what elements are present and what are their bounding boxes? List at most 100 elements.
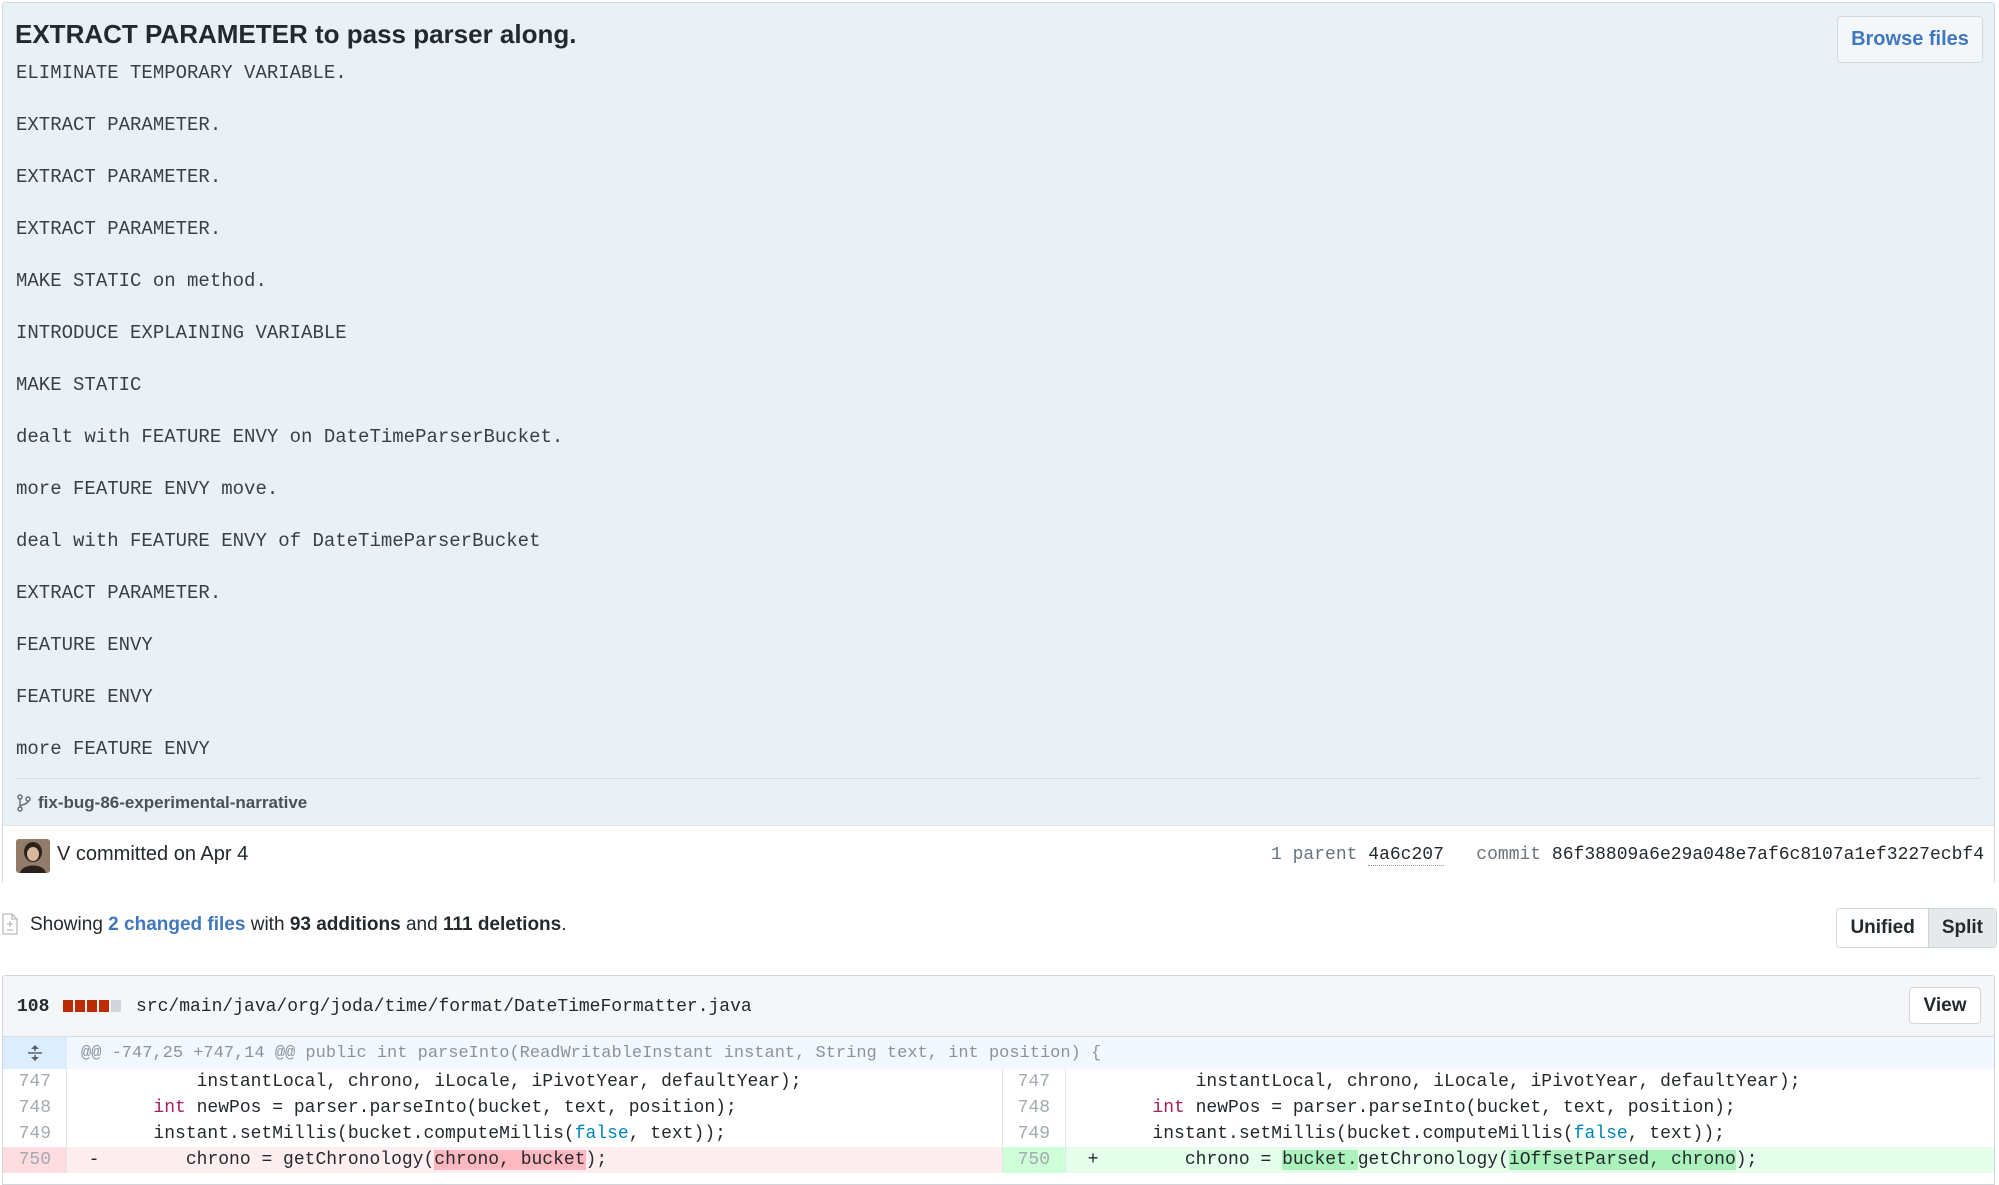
code-text: instant.setMillis(bucket.computeMillis(: [67, 1124, 575, 1144]
hunk-header: @@ -747,25 +747,14 @@ public int parseIn…: [3, 1037, 1994, 1069]
line-number[interactable]: 749: [1002, 1121, 1066, 1147]
code-text: , text));: [1627, 1124, 1725, 1144]
file-diff-icon: [2, 913, 18, 935]
commit-message: ELIMINATE TEMPORARY VARIABLE. EXTRACT PA…: [16, 61, 563, 789]
branch-indicator[interactable]: fix-bug-86-experimental-narrative: [16, 793, 307, 813]
file-path[interactable]: src/main/java/org/joda/time/format/DateT…: [136, 997, 752, 1017]
diff-row: 749 instant.setMillis(bucket.computeMill…: [3, 1121, 1994, 1147]
code-text: chrono = getChronology(: [99, 1150, 435, 1170]
diff-view-toggle: Unified Split: [1836, 908, 1997, 948]
summary-with: with: [250, 914, 285, 935]
diffstat-block: [87, 1000, 97, 1012]
branch-icon: [17, 794, 31, 812]
commit-message-line: FEATURE ENVY: [16, 634, 153, 656]
added-highlight: iOffsetParsed, chrono: [1508, 1150, 1736, 1170]
code-line: int newPos = parser.parseInto(bucket, te…: [67, 1095, 1002, 1121]
code-keyword: int: [1152, 1098, 1185, 1118]
code-text: );: [585, 1150, 608, 1170]
commit-message-line: FEATURE ENVY: [16, 686, 153, 708]
split-view-button[interactable]: Split: [1927, 909, 1996, 947]
line-number[interactable]: 747: [3, 1069, 67, 1095]
commit-message-line: MAKE STATIC on method.: [16, 270, 267, 292]
diffstat-block: [111, 1000, 121, 1012]
code-text: newPos = parser.parseInto(bucket, text, …: [185, 1098, 737, 1118]
line-number[interactable]: 749: [3, 1121, 67, 1147]
commit-message-line: more FEATURE ENVY move.: [16, 478, 279, 500]
commit-message-line: more FEATURE ENVY: [16, 738, 210, 760]
deletion-marker: -: [88, 1150, 100, 1170]
commit-message-line: EXTRACT PARAMETER.: [16, 114, 222, 136]
code-line: instantLocal, chrono, iLocale, iPivotYea…: [67, 1072, 802, 1092]
line-number[interactable]: 750: [1002, 1147, 1066, 1173]
code-keyword: int: [153, 1098, 186, 1118]
commit-title: EXTRACT PARAMETER to pass parser along.: [15, 19, 577, 49]
addition-marker: +: [1087, 1150, 1099, 1170]
commit-header: EXTRACT PARAMETER to pass parser along. …: [3, 3, 1994, 825]
code-line: instantLocal, chrono, iLocale, iPivotYea…: [1066, 1072, 1801, 1092]
branch-name[interactable]: fix-bug-86-experimental-narrative: [38, 793, 307, 813]
commit-message-line: dealt with FEATURE ENVY on DateTimeParse…: [16, 426, 564, 448]
commit-message-line: INTRODUCE EXPLAINING VARIABLE: [16, 322, 347, 344]
hunk-header-text: @@ -747,25 +747,14 @@ public int parseIn…: [81, 1044, 1102, 1063]
commit-message-line: EXTRACT PARAMETER.: [16, 582, 222, 604]
line-number[interactable]: 748: [3, 1095, 67, 1121]
line-number[interactable]: 747: [1002, 1069, 1066, 1095]
diffstat-block: [63, 1000, 73, 1012]
line-number[interactable]: 748: [1002, 1095, 1066, 1121]
summary-showing: Showing: [30, 914, 103, 935]
commit-message-line: EXTRACT PARAMETER.: [16, 218, 222, 240]
code-text: chrono =: [1098, 1150, 1283, 1170]
summary-text: Showing 2 changed files with 93 addition…: [30, 914, 567, 936]
code-literal: false: [574, 1124, 629, 1144]
parent-label: 1 parent: [1271, 845, 1358, 865]
diffstat-count: 108: [17, 997, 50, 1017]
deleted-highlight: chrono, bucket: [434, 1150, 586, 1170]
file-header: 108 src/main/java/org/joda/time/format/D…: [3, 976, 1994, 1037]
code-text: , text));: [628, 1124, 726, 1144]
added-highlight: bucket.: [1282, 1150, 1358, 1170]
summary-and: and: [405, 914, 438, 935]
expand-icon[interactable]: [3, 1037, 67, 1069]
code-line: int newPos = parser.parseInto(bucket, te…: [1066, 1095, 1994, 1121]
avatar[interactable]: [16, 839, 50, 873]
commit-label: commit: [1476, 845, 1542, 865]
commit-box: EXTRACT PARAMETER to pass parser along. …: [2, 2, 1995, 886]
diffstat-block: [99, 1000, 109, 1012]
deleted-code-line: - chrono = getChronology(chrono, bucket)…: [67, 1147, 1002, 1173]
code-line: instant.setMillis(bucket.computeMillis(f…: [67, 1121, 1002, 1147]
code-text: newPos = parser.parseInto(bucket, text, …: [1184, 1098, 1736, 1118]
diff-row: 748 int newPos = parser.parseInto(bucket…: [3, 1095, 1994, 1121]
diff-row-changed: 750 - chrono = getChronology(chrono, buc…: [3, 1147, 1994, 1173]
additions-count: 93 additions: [289, 914, 401, 935]
commit-sha-block: 1 parent 4a6c207 commit 86f38809a6e29a04…: [1271, 845, 1984, 866]
deletions-count: 111 deletions: [442, 914, 562, 935]
commit-message-line: MAKE STATIC: [16, 374, 142, 396]
browse-files-button[interactable]: Browse files: [1837, 16, 1983, 63]
commit-message-line: deal with FEATURE ENVY of DateTimeParser…: [16, 530, 541, 552]
diff-summary: Showing 2 changed files with 93 addition…: [0, 905, 1999, 948]
unified-view-button[interactable]: Unified: [1837, 909, 1928, 947]
file-diff: 108 src/main/java/org/joda/time/format/D…: [2, 975, 1995, 1185]
view-file-button[interactable]: View: [1909, 987, 1981, 1024]
code-line: instant.setMillis(bucket.computeMillis(f…: [1066, 1121, 1994, 1147]
commit-meta: V committed on Apr 4 1 parent 4a6c207 co…: [3, 825, 1994, 886]
changed-files-link[interactable]: 2 changed files: [108, 914, 245, 935]
code-text: getChronology(: [1357, 1150, 1509, 1170]
diffstat-block: [75, 1000, 85, 1012]
diffstat-bar: [63, 1000, 121, 1012]
summary-period: .: [561, 914, 567, 935]
commit-sha: 86f38809a6e29a048e7af6c8107a1ef3227ecbf4: [1551, 845, 1984, 865]
code-text: instant.setMillis(bucket.computeMillis(: [1066, 1124, 1574, 1144]
code-text: );: [1735, 1150, 1758, 1170]
line-number[interactable]: 750: [3, 1147, 67, 1173]
diff-row: 747 instantLocal, chrono, iLocale, iPivo…: [3, 1069, 1994, 1095]
commit-author-line: V committed on Apr 4: [57, 843, 249, 865]
divider: [16, 778, 1981, 779]
added-code-line: + chrono = bucket.getChronology(iOffsetP…: [1066, 1147, 1994, 1173]
code-literal: false: [1573, 1124, 1628, 1144]
parent-sha-link[interactable]: 4a6c207: [1368, 845, 1444, 866]
commit-message-line: EXTRACT PARAMETER.: [16, 166, 222, 188]
commit-message-line: ELIMINATE TEMPORARY VARIABLE.: [16, 62, 347, 84]
